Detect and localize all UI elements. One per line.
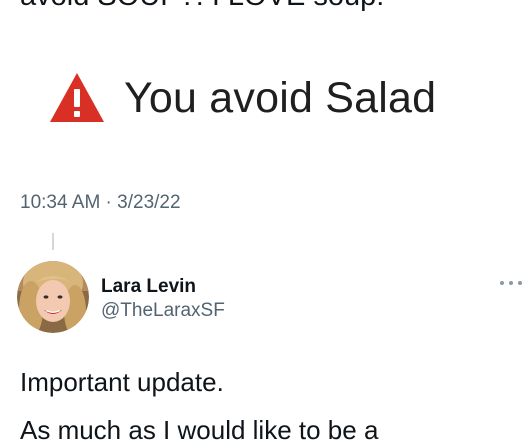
media-warning: You avoid Salad xyxy=(48,70,436,126)
user-handle[interactable]: @TheLaraxSF xyxy=(101,300,225,322)
tweet-timestamp[interactable]: 10:34 AM · 3/23/22 xyxy=(20,191,181,215)
warning-triangle-icon xyxy=(50,73,104,122)
tweet-body-line-2: As much as I would like to be a xyxy=(20,415,379,445)
tweet-body-line-1: Important update. xyxy=(20,367,224,397)
avatar[interactable] xyxy=(17,261,89,333)
more-dot xyxy=(509,281,513,285)
media-warning-text: You avoid Salad xyxy=(124,74,437,122)
more-dot xyxy=(500,281,504,285)
display-name[interactable]: Lara Levin xyxy=(101,276,196,298)
more-horizontal-icon[interactable] xyxy=(500,276,522,290)
previous-tweet-text: avoid SOUP?! I LOVE soup! xyxy=(20,0,384,14)
more-dot xyxy=(518,281,522,285)
thread-connector-line xyxy=(52,233,54,250)
